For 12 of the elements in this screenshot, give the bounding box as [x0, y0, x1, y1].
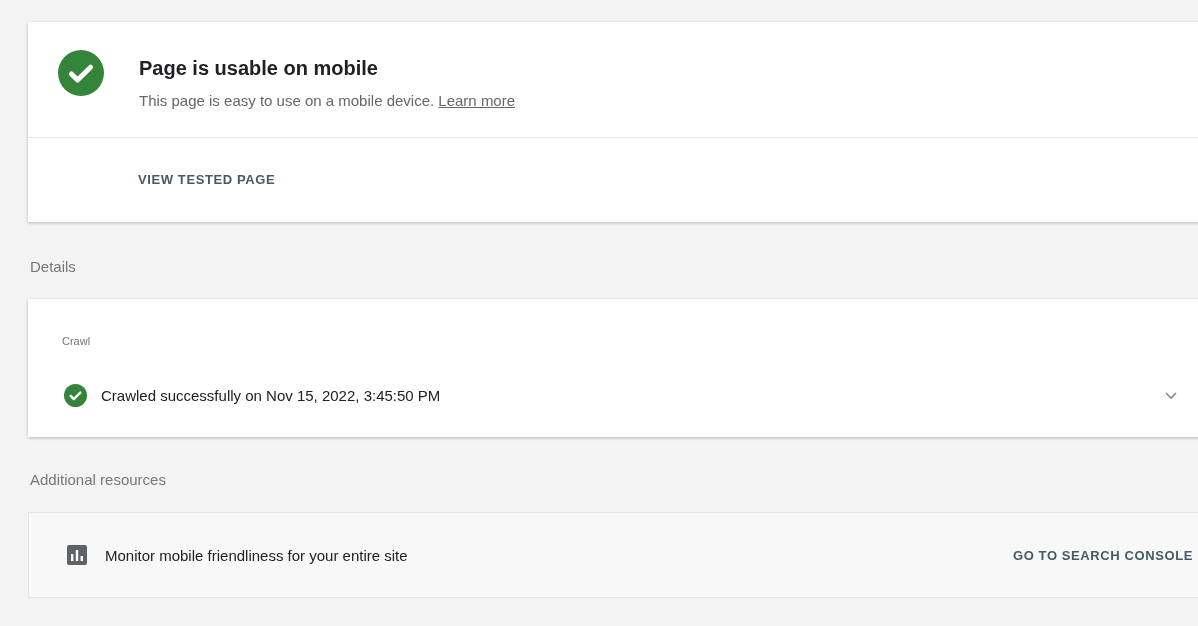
- learn-more-link[interactable]: Learn more: [438, 92, 516, 109]
- view-tested-page-button[interactable]: VIEW TESTED PAGE: [138, 170, 276, 189]
- crawl-status-text: Crawled successfully on Nov 15, 2022, 3:45:50 PM: [101, 386, 442, 404]
- section-heading: Details: [30, 258, 76, 275]
- search-console-button[interactable]: GO TO SEARCH CONSOLE: [1010, 543, 1195, 567]
- result-description: This page is easy to use on a mobile device. Learn more: [139, 92, 516, 109]
- chevron-down-icon[interactable]: [1164, 390, 1178, 400]
- result-title: Page is usable on mobile: [139, 57, 379, 80]
- section-label: Crawl: [61, 335, 92, 347]
- resource-text: Monitor mobile friendliness for your entire site: [105, 546, 409, 564]
- bar-chart-icon: [67, 545, 87, 565]
- section-heading: Additional resources: [30, 471, 166, 488]
